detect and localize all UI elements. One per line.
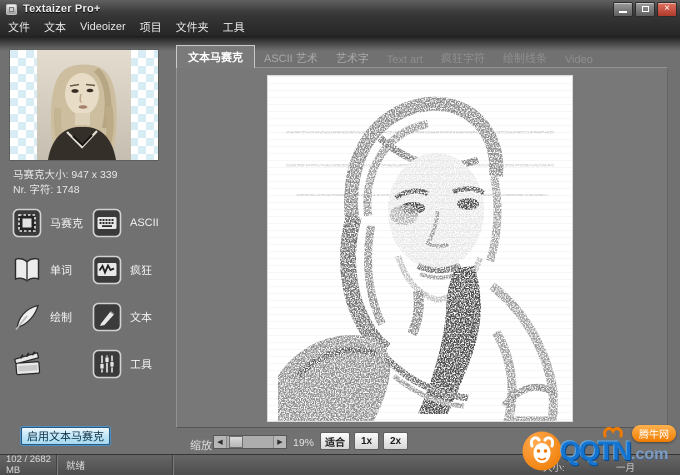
maximize-icon bbox=[642, 6, 649, 12]
menu-file[interactable]: 文件 bbox=[8, 19, 30, 35]
zoom-fit-button[interactable]: 适合 bbox=[320, 432, 350, 450]
pencil-icon bbox=[92, 302, 122, 332]
zoom-1x-button[interactable]: 1x bbox=[354, 432, 379, 450]
menu-bar: 文件 文本 Videoizer 项目 文件夹 工具 bbox=[0, 18, 680, 36]
memory-usage-status: 102 / 2682 MB bbox=[0, 455, 57, 475]
mosaic-size-label: 马赛克大小: 947 x 339 bbox=[13, 167, 117, 182]
tool-text-button[interactable]: 文本 bbox=[92, 300, 170, 334]
watermark-brand-text: QQTN bbox=[560, 436, 630, 467]
tool-mosaic-label: 马赛克 bbox=[50, 215, 83, 231]
app-icon bbox=[6, 4, 17, 15]
preview-canvas bbox=[176, 67, 668, 428]
tab-word-art[interactable]: 艺术字 bbox=[327, 47, 378, 68]
tab-bar: 文本马赛克 ASCII 艺术 艺术字 Text art 疯狂字符 绘制线条 Vi… bbox=[176, 50, 602, 68]
char-count-label: Nr. 字符: 1748 bbox=[13, 182, 80, 197]
enable-text-mosaic-button[interactable]: 启用文本马赛克 bbox=[21, 427, 110, 445]
zoom-slider[interactable]: ◀ ▶ bbox=[213, 435, 287, 449]
close-icon: × bbox=[664, 4, 670, 14]
text-mosaic-preview bbox=[268, 76, 572, 421]
tool-crazy-label: 疯狂 bbox=[130, 262, 152, 278]
portrait-thumbnail-image bbox=[10, 50, 158, 160]
minimize-icon bbox=[619, 11, 627, 13]
tab-text-art[interactable]: Text art bbox=[378, 51, 432, 68]
ox-logo-icon bbox=[522, 431, 562, 471]
menu-videoizer[interactable]: Videoizer bbox=[80, 21, 126, 33]
sliders-icon bbox=[92, 349, 122, 379]
ready-status: 就绪 bbox=[57, 455, 173, 475]
menu-project[interactable]: 项目 bbox=[140, 19, 162, 35]
stamp-icon bbox=[12, 208, 42, 238]
tool-ascii-button[interactable]: ASCII bbox=[92, 206, 170, 240]
tool-ascii-label: ASCII bbox=[130, 217, 159, 229]
minimize-button[interactable] bbox=[613, 2, 633, 17]
tool-mosaic-button[interactable]: 马赛克 bbox=[12, 206, 92, 240]
feather-icon bbox=[12, 302, 42, 332]
clapperboard-icon bbox=[12, 349, 42, 379]
tool-draw-button[interactable]: 绘制 bbox=[12, 300, 92, 334]
zoom-label: 缩放 bbox=[190, 437, 212, 453]
zoom-slider-thumb[interactable] bbox=[229, 436, 243, 448]
tool-tools-label: 工具 bbox=[130, 356, 152, 372]
tab-draw-lines[interactable]: 绘制线条 bbox=[494, 47, 556, 68]
book-icon bbox=[12, 255, 42, 285]
zoom-arrow-right-icon[interactable]: ▶ bbox=[273, 436, 286, 448]
source-image-thumbnail bbox=[10, 50, 158, 160]
maximize-button[interactable] bbox=[635, 2, 655, 17]
tab-crazy-chars[interactable]: 疯狂字符 bbox=[432, 47, 494, 68]
tool-draw-label: 绘制 bbox=[50, 309, 72, 325]
textaizer-window: Textaizer Pro+ × 文件 文本 Videoizer 项目 文件夹 … bbox=[0, 0, 680, 475]
title-bar: Textaizer Pro+ × bbox=[0, 0, 680, 18]
watermark-tld-text: .com bbox=[631, 446, 668, 464]
mosaic-render bbox=[268, 76, 572, 421]
qqtn-watermark: QQTN .com 腾牛网 bbox=[518, 424, 678, 474]
zoom-percent-value: 19% bbox=[293, 437, 314, 449]
close-button[interactable]: × bbox=[657, 2, 677, 17]
tool-video-button[interactable] bbox=[12, 347, 92, 381]
watermark-site-badge: 腾牛网 bbox=[632, 425, 676, 442]
tool-text-label: 文本 bbox=[130, 309, 152, 325]
zoom-2x-button[interactable]: 2x bbox=[383, 432, 408, 450]
tool-tools-button[interactable]: 工具 bbox=[92, 347, 170, 381]
tool-panel: 马赛克 ASCII bbox=[12, 206, 170, 381]
tab-text-mosaic[interactable]: 文本马赛克 bbox=[176, 45, 255, 68]
window-title: Textaizer Pro+ bbox=[23, 3, 101, 15]
menu-folder[interactable]: 文件夹 bbox=[176, 19, 209, 35]
menu-text[interactable]: 文本 bbox=[44, 19, 66, 35]
tab-ascii-art[interactable]: ASCII 艺术 bbox=[255, 47, 327, 68]
keyboard-icon bbox=[92, 208, 122, 238]
waveform-screen-icon bbox=[92, 255, 122, 285]
tool-crazy-button[interactable]: 疯狂 bbox=[92, 253, 170, 287]
menu-tools[interactable]: 工具 bbox=[223, 19, 245, 35]
tool-words-button[interactable]: 单词 bbox=[12, 253, 92, 287]
tool-words-label: 单词 bbox=[50, 262, 72, 278]
tab-video[interactable]: Video bbox=[556, 51, 602, 68]
zoom-arrow-left-icon[interactable]: ◀ bbox=[214, 436, 227, 448]
